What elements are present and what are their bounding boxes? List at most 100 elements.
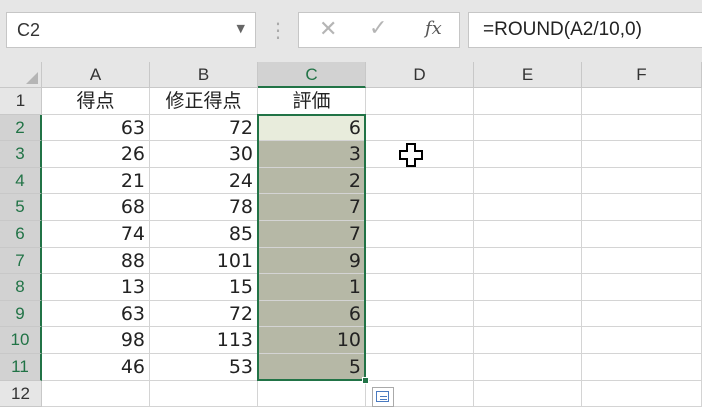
cell-d8[interactable] <box>366 274 474 301</box>
cell-d7[interactable] <box>366 247 474 275</box>
cell-d9[interactable] <box>366 300 474 328</box>
cell-c4[interactable]: 2 <box>258 167 366 195</box>
row-header-2[interactable]: 2 <box>0 114 42 142</box>
cell-e3[interactable] <box>474 141 582 168</box>
row-header-5[interactable]: 5 <box>0 194 42 221</box>
cell-b4[interactable]: 24 <box>150 167 258 195</box>
cell-f2[interactable] <box>582 114 702 142</box>
cell-b10[interactable]: 113 <box>150 327 258 354</box>
cell-b6[interactable]: 85 <box>150 221 258 248</box>
select-all-corner[interactable] <box>0 62 42 88</box>
cell-f4[interactable] <box>582 167 702 195</box>
cell-a12[interactable] <box>42 380 150 407</box>
row-header-4[interactable]: 4 <box>0 167 42 195</box>
cell-d6[interactable] <box>366 221 474 248</box>
cell-b3[interactable]: 30 <box>150 141 258 168</box>
cell-c8[interactable]: 1 <box>258 274 366 301</box>
dropdown-arrow-icon[interactable]: ▼ <box>237 22 245 35</box>
column-header-c[interactable]: C <box>258 62 366 88</box>
cell-c5[interactable]: 7 <box>258 194 366 221</box>
cell-b9[interactable]: 72 <box>150 300 258 328</box>
cell-e7[interactable] <box>474 247 582 275</box>
cell-d11[interactable] <box>366 354 474 381</box>
row-header-11[interactable]: 11 <box>0 354 42 381</box>
cell-f10[interactable] <box>582 327 702 354</box>
cell-b5[interactable]: 78 <box>150 194 258 221</box>
insert-function-icon[interactable]: fx <box>425 18 442 39</box>
cell-b12[interactable] <box>150 380 258 407</box>
cell-b2[interactable]: 72 <box>150 114 258 142</box>
fill-handle[interactable] <box>362 376 369 384</box>
cell-a2[interactable]: 63 <box>42 114 150 142</box>
row-header-12[interactable]: 12 <box>0 380 42 407</box>
cell-a10[interactable]: 98 <box>42 327 150 354</box>
cell-c2[interactable]: 6 <box>258 114 366 142</box>
cell-c10[interactable]: 10 <box>258 327 366 354</box>
cancel-icon[interactable]: ✕ <box>319 17 337 42</box>
cell-c7[interactable]: 9 <box>258 247 366 275</box>
cell-e6[interactable] <box>474 221 582 248</box>
enter-icon[interactable]: ✓ <box>369 16 387 41</box>
cell-f12[interactable] <box>582 380 702 407</box>
cell-c1[interactable]: 評価 <box>258 88 366 115</box>
quick-analysis-line <box>380 395 387 397</box>
cell-c6[interactable]: 7 <box>258 221 366 248</box>
column-header-d[interactable]: D <box>366 62 474 88</box>
cell-a3[interactable]: 26 <box>42 141 150 168</box>
cell-a8[interactable]: 13 <box>42 274 150 301</box>
cell-f5[interactable] <box>582 194 702 221</box>
cell-d5[interactable] <box>366 194 474 221</box>
cell-f9[interactable] <box>582 300 702 328</box>
cell-c12[interactable] <box>258 380 366 407</box>
cell-a1[interactable]: 得点 <box>42 88 150 115</box>
row-header-1[interactable]: 1 <box>0 88 42 115</box>
cell-c3[interactable]: 3 <box>258 141 366 168</box>
quick-analysis-icon[interactable] <box>372 386 394 407</box>
cell-e8[interactable] <box>474 274 582 301</box>
cell-f1[interactable] <box>582 88 702 115</box>
cell-e12[interactable] <box>474 380 582 407</box>
column-header-a[interactable]: A <box>42 62 150 88</box>
row-header-8[interactable]: 8 <box>0 274 42 301</box>
row-header-6[interactable]: 6 <box>0 221 42 248</box>
spreadsheet-grid[interactable]: A B C D E F 1 得点 修正得点 評価 2 63 72 6 3 26 30 3 4 21 24 2 5 68 78 7 6… <box>0 62 702 407</box>
cell-a7[interactable]: 88 <box>42 247 150 275</box>
name-box[interactable]: C2 ▼ <box>6 12 256 48</box>
cell-d2[interactable] <box>366 114 474 142</box>
cell-e9[interactable] <box>474 300 582 328</box>
row-header-10[interactable]: 10 <box>0 327 42 354</box>
row-header-3[interactable]: 3 <box>0 141 42 168</box>
cell-b8[interactable]: 15 <box>150 274 258 301</box>
cell-f8[interactable] <box>582 274 702 301</box>
formula-input[interactable]: =ROUND(A2/10,0) <box>468 12 702 48</box>
cell-b1[interactable]: 修正得点 <box>150 88 258 115</box>
cell-e5[interactable] <box>474 194 582 221</box>
cell-e1[interactable] <box>474 88 582 115</box>
cell-e2[interactable] <box>474 114 582 142</box>
cell-a9[interactable]: 63 <box>42 300 150 328</box>
cell-d1[interactable] <box>366 88 474 115</box>
cell-e11[interactable] <box>474 354 582 381</box>
cell-f7[interactable] <box>582 247 702 275</box>
cell-c11[interactable]: 5 <box>258 354 366 381</box>
cell-f3[interactable] <box>582 141 702 168</box>
cell-d4[interactable] <box>366 167 474 195</box>
cell-a4[interactable]: 21 <box>42 167 150 195</box>
cell-f11[interactable] <box>582 354 702 381</box>
cell-c9[interactable]: 6 <box>258 300 366 328</box>
cell-a5[interactable]: 68 <box>42 194 150 221</box>
column-header-f[interactable]: F <box>582 62 702 88</box>
column-header-b[interactable]: B <box>150 62 258 88</box>
cell-e4[interactable] <box>474 167 582 195</box>
row-header-9[interactable]: 9 <box>0 300 42 328</box>
cell-a6[interactable]: 74 <box>42 221 150 248</box>
column-header-e[interactable]: E <box>474 62 582 88</box>
cell-b7[interactable]: 101 <box>150 247 258 275</box>
cell-d10[interactable] <box>366 327 474 354</box>
formula-bar-area: C2 ▼ ⋮ ✕ ✓ fx =ROUND(A2/10,0) <box>0 0 702 62</box>
cell-e10[interactable] <box>474 327 582 354</box>
cell-f6[interactable] <box>582 221 702 248</box>
cell-b11[interactable]: 53 <box>150 354 258 381</box>
row-header-7[interactable]: 7 <box>0 247 42 275</box>
cell-a11[interactable]: 46 <box>42 354 150 381</box>
